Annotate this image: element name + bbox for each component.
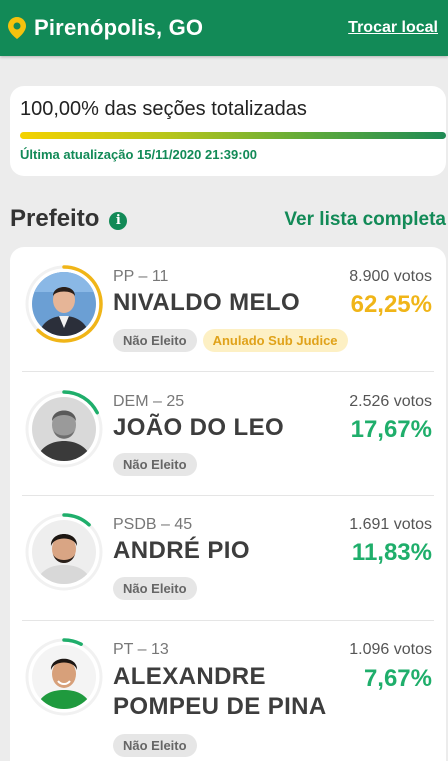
candidate-votes: 1.096 votos bbox=[349, 641, 432, 658]
candidate-percent: 7,67% bbox=[363, 665, 432, 692]
totalization-progress-bar bbox=[20, 132, 446, 139]
section-title: Prefeito i bbox=[10, 205, 128, 233]
status-badge: Não Eleito bbox=[113, 329, 197, 352]
info-icon[interactable]: i bbox=[109, 211, 128, 230]
candidate-percent: 11,83% bbox=[351, 539, 432, 566]
candidate-votes: 8.900 votos bbox=[349, 268, 432, 285]
candidate-list: PP – 11 NIVALDO MELO 8.900 votos 62,25% … bbox=[10, 247, 446, 761]
status-badge-sub-judice: Anulado Sub Judice bbox=[202, 329, 348, 352]
candidate-badges: Não Eleito bbox=[113, 734, 197, 757]
avatar bbox=[32, 272, 96, 336]
candidate-party: PT – 13 bbox=[113, 641, 169, 658]
candidate-percent: 17,67% bbox=[350, 416, 432, 443]
change-location-link[interactable]: Trocar local bbox=[348, 19, 438, 37]
city-name: Pirenópolis, GO bbox=[34, 15, 204, 40]
avatar bbox=[32, 520, 96, 584]
candidate-name-line1: ALEXANDRE bbox=[113, 663, 266, 690]
candidate-avatar bbox=[25, 390, 103, 468]
candidate-votes: 1.691 votos bbox=[349, 516, 432, 533]
avatar bbox=[32, 397, 96, 461]
location-header: Pirenópolis, GO Trocar local bbox=[0, 0, 448, 56]
section-title-text: Prefeito bbox=[10, 205, 100, 232]
candidate-item[interactable]: PSDB – 45 ANDRÉ PIO 1.691 votos 11,83% N… bbox=[10, 496, 446, 621]
candidate-avatar bbox=[25, 638, 103, 716]
status-badge: Não Eleito bbox=[113, 577, 197, 600]
candidate-party: DEM – 25 bbox=[113, 393, 185, 410]
status-badge: Não Eleito bbox=[113, 453, 197, 476]
status-badge: Não Eleito bbox=[113, 734, 197, 757]
candidate-party: PSDB – 45 bbox=[113, 516, 193, 533]
candidate-votes: 2.526 votos bbox=[349, 393, 432, 410]
last-update-text: Última atualização 15/11/2020 21:39:00 bbox=[20, 147, 258, 162]
totalization-title: 100,00% das seções totalizadas bbox=[20, 98, 307, 120]
candidate-name: JOÃO DO LEO bbox=[113, 414, 285, 441]
candidate-item[interactable]: PP – 11 NIVALDO MELO 8.900 votos 62,25% … bbox=[10, 247, 446, 372]
totalization-card: 100,00% das seções totalizadas Última at… bbox=[10, 86, 446, 176]
avatar bbox=[32, 645, 96, 709]
location-pin-icon bbox=[8, 17, 26, 39]
candidate-avatar bbox=[25, 265, 103, 343]
candidate-name: ANDRÉ PIO bbox=[113, 537, 250, 564]
candidate-badges: Não Eleito bbox=[113, 453, 197, 476]
candidate-percent: 62,25% bbox=[350, 291, 432, 318]
candidate-name: ALEXANDRE POMPEU DE PINA bbox=[113, 662, 327, 722]
candidate-badges: Não Eleito bbox=[113, 577, 197, 600]
candidate-item[interactable]: DEM – 25 JOÃO DO LEO 2.526 votos 17,67% … bbox=[10, 372, 446, 496]
see-full-list-link[interactable]: Ver lista completa bbox=[284, 209, 446, 231]
candidate-party: PP – 11 bbox=[113, 268, 169, 285]
candidate-badges: Não Eleito Anulado Sub Judice bbox=[113, 329, 348, 352]
candidate-name-line2: POMPEU DE PINA bbox=[113, 693, 327, 720]
candidate-avatar bbox=[25, 513, 103, 591]
candidate-name: NIVALDO MELO bbox=[113, 289, 301, 316]
candidate-item[interactable]: PT – 13 ALEXANDRE POMPEU DE PINA 1.096 v… bbox=[10, 621, 446, 761]
